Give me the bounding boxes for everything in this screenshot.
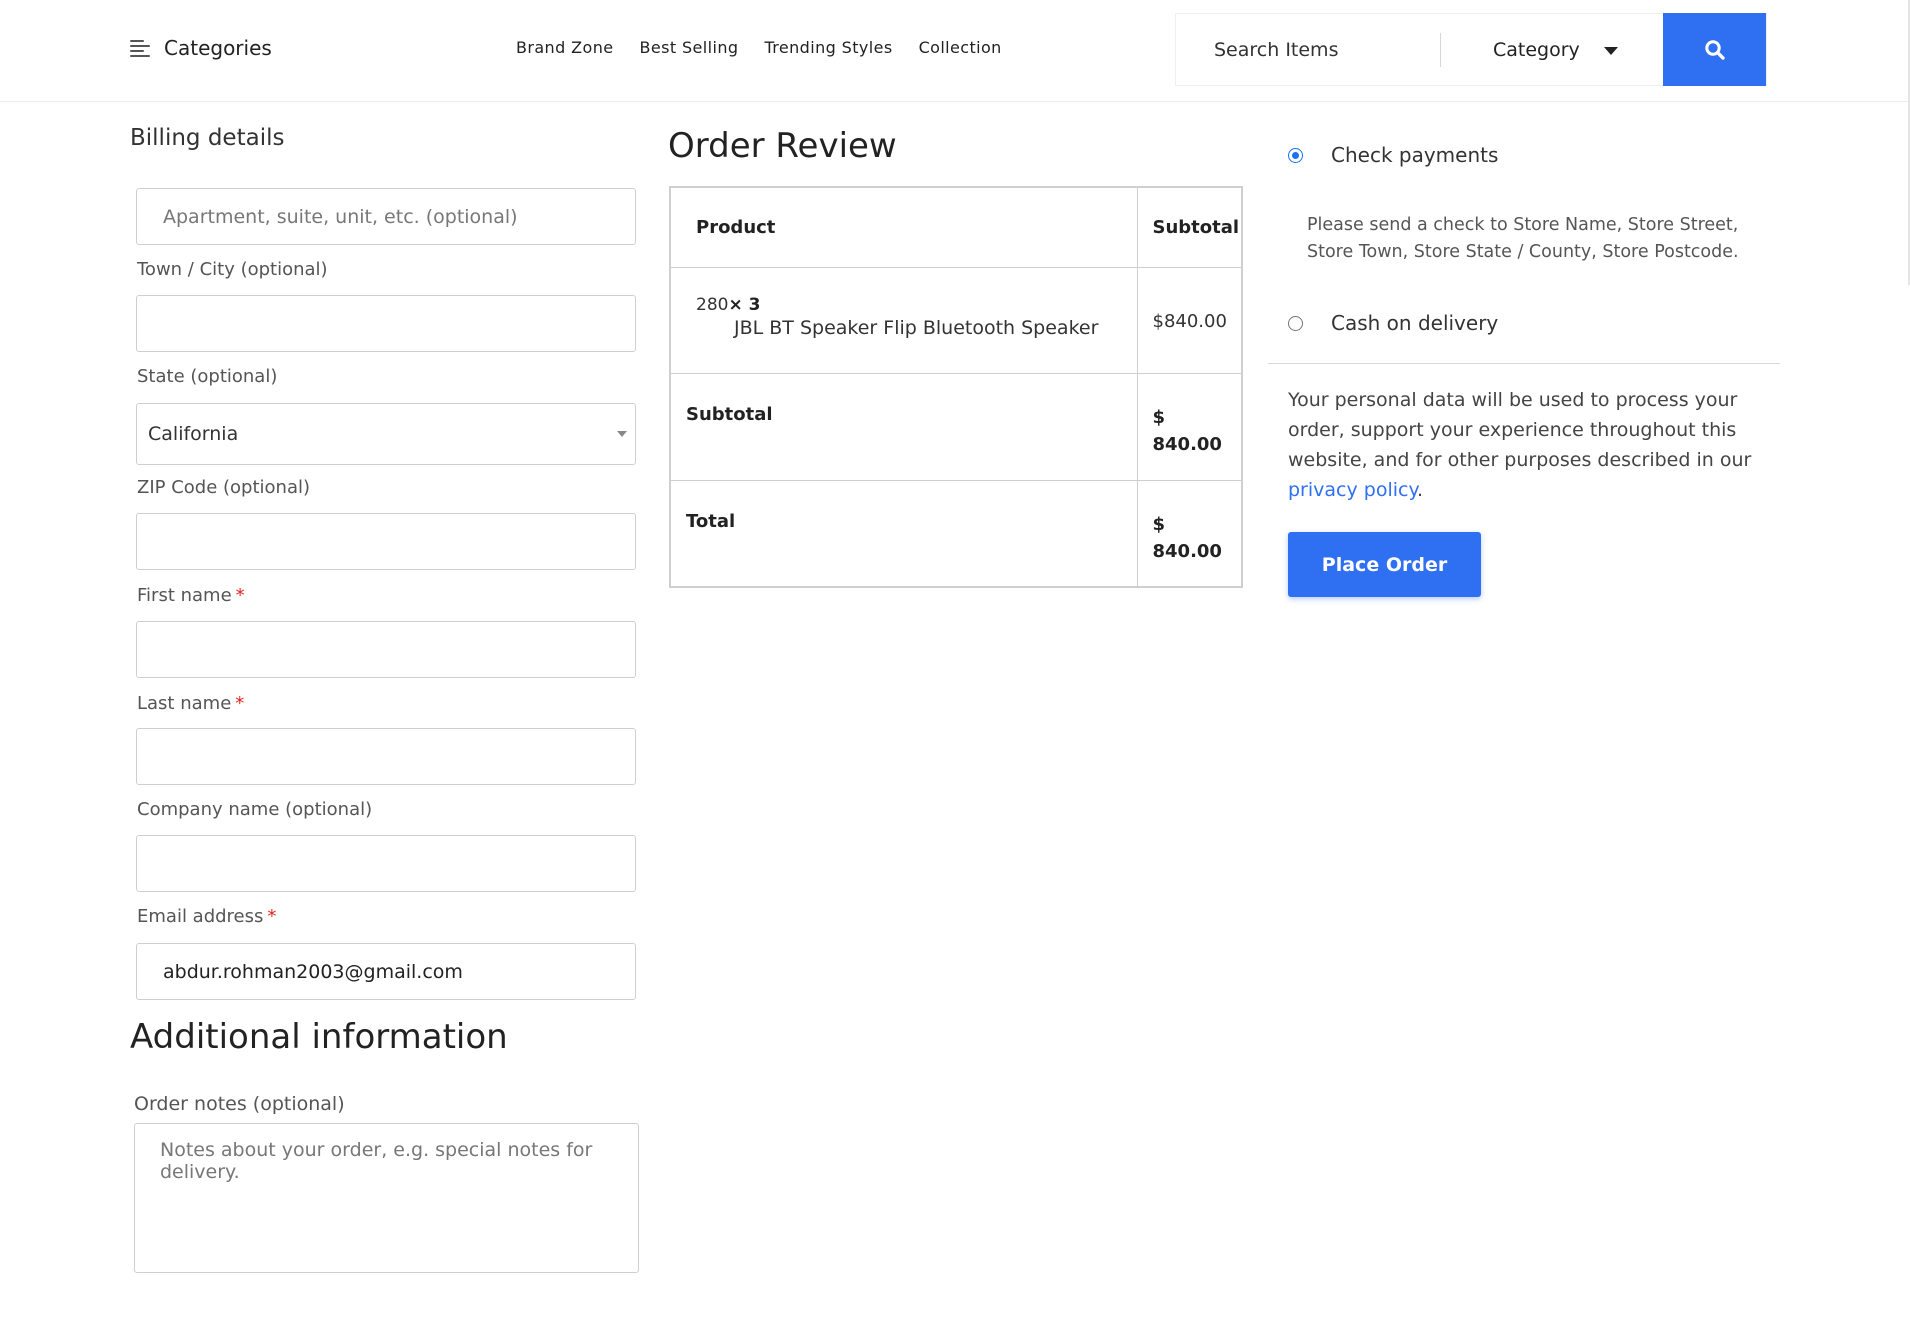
product-cell: 280× 3 JBL BT Speaker Flip Bluetooth Spe… [669,266,1138,374]
zip-label: ZIP Code (optional) [137,477,311,498]
payment-cod-option[interactable]: Cash on delivery [1288,311,1498,335]
state-label: State (optional) [137,366,278,387]
categories-menu-toggle[interactable]: Categories [130,36,272,60]
total-value: $840.00 [1136,479,1243,588]
order-notes-label: Order notes (optional) [134,1093,345,1115]
state-value: California [148,423,239,445]
caret-down-icon [1603,46,1618,55]
privacy-policy-link[interactable]: privacy policy [1288,479,1417,501]
required-mark: * [235,585,245,606]
state-select[interactable]: California [136,403,636,465]
subtotal-label: Subtotal [669,372,1138,481]
check-payments-label: Check payments [1331,143,1499,167]
order-review-title: Order Review [668,126,897,166]
last-name-label: Last name * [137,693,245,714]
apartment-input[interactable] [136,188,636,245]
email-input[interactable] [136,943,636,1000]
main-nav: Brand Zone Best Selling Trending Styles … [516,38,1002,57]
cash-on-delivery-radio[interactable] [1288,315,1303,331]
last-name-input[interactable] [136,728,636,785]
search-bar: Category [1175,13,1767,86]
item-name: JBL BT Speaker Flip Bluetooth Speaker [734,316,1099,339]
check-payments-description: Please send a check to Store Name, Store… [1307,215,1739,262]
place-order-button[interactable]: Place Order [1288,532,1481,597]
site-header: Categories Brand Zone Best Selling Trend… [0,0,1910,102]
subtotal-row: Subtotal $840.00 [669,372,1243,481]
billing-title: Billing details [130,125,285,151]
table-header-row: Product Subtotal [669,186,1243,268]
company-input[interactable] [136,835,636,892]
total-label: Total [669,479,1138,588]
first-name-label: First name * [137,585,245,606]
table-row: 280× 3 JBL BT Speaker Flip Bluetooth Spe… [669,266,1243,374]
order-notes-textarea[interactable] [134,1123,639,1273]
nav-best-selling[interactable]: Best Selling [639,38,738,57]
nav-trending-styles[interactable]: Trending Styles [764,38,892,57]
privacy-notice: Your personal data will be used to proce… [1288,389,1752,501]
payment-check-option[interactable]: Check payments [1288,143,1498,167]
zip-input[interactable] [136,513,636,570]
search-icon [1704,39,1725,60]
email-label: Email address * [137,906,277,927]
nav-brand-zone[interactable]: Brand Zone [516,38,613,57]
town-label: Town / City (optional) [137,259,328,280]
menu-icon [130,38,152,58]
required-mark: * [267,906,277,927]
search-button[interactable] [1663,13,1766,86]
additional-info-title: Additional information [130,1017,508,1057]
total-row: Total $840.00 [669,479,1243,588]
company-label: Company name (optional) [137,799,373,820]
subtotal-value: $840.00 [1136,372,1243,481]
item-quantity: 280× 3 [696,294,761,315]
col-subtotal-header: Subtotal [1136,186,1243,268]
first-name-input[interactable] [136,621,636,678]
order-review-table: Product Subtotal 280× 3 JBL BT Speaker F… [669,186,1243,588]
item-price: $840.00 [1136,266,1243,374]
town-input[interactable] [136,295,636,352]
select-arrow-icon [617,431,627,437]
cash-on-delivery-label: Cash on delivery [1331,311,1499,335]
check-payments-radio[interactable] [1288,147,1303,163]
payment-divider [1268,363,1780,364]
col-product-header: Product [669,186,1138,268]
categories-label: Categories [164,36,272,60]
category-dropdown-label: Category [1493,38,1580,61]
search-input[interactable] [1176,14,1440,85]
required-mark: * [235,693,245,714]
nav-collection[interactable]: Collection [919,38,1002,57]
